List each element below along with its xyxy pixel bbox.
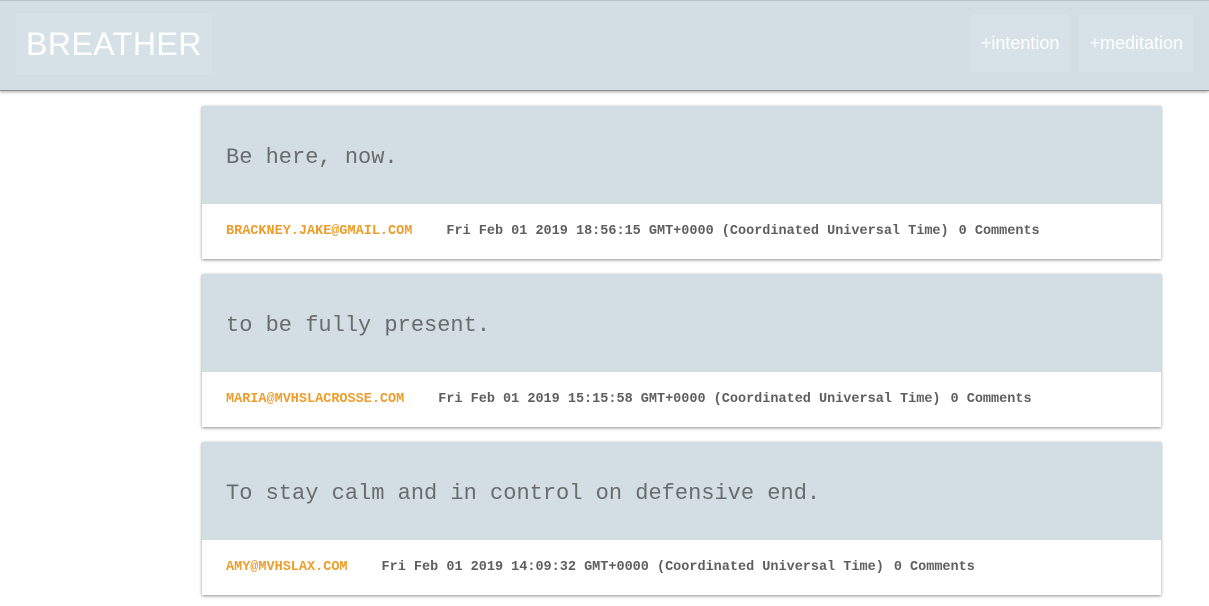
add-meditation-link[interactable]: +meditation — [1079, 14, 1193, 72]
post-card-footer: BRACKNEY.JAKE@GMAIL.COM Fri Feb 01 2019 … — [202, 204, 1161, 259]
post-card: To stay calm and in control on defensive… — [202, 442, 1161, 595]
post-title: to be fully present. — [226, 312, 491, 338]
post-author-link[interactable]: BRACKNEY.JAKE@GMAIL.COM — [226, 224, 412, 239]
intention-feed: Be here, now. BRACKNEY.JAKE@GMAIL.COM Fr… — [202, 106, 1161, 606]
post-date: Fri Feb 01 2019 15:15:58 GMT+0000 (Coord… — [438, 392, 941, 407]
brand-logo-link[interactable]: BREATHER — [16, 13, 212, 75]
post-comments-link[interactable]: 0 Comments — [959, 224, 1040, 239]
post-title: To stay calm and in control on defensive… — [226, 480, 821, 506]
post-card-body: To stay calm and in control on defensive… — [202, 442, 1161, 540]
post-comments-link[interactable]: 0 Comments — [894, 560, 975, 575]
post-title: Be here, now. — [226, 144, 398, 170]
post-card: Be here, now. BRACKNEY.JAKE@GMAIL.COM Fr… — [202, 106, 1161, 259]
post-card-body: Be here, now. — [202, 106, 1161, 204]
post-date: Fri Feb 01 2019 14:09:32 GMT+0000 (Coord… — [381, 560, 884, 575]
post-author-link[interactable]: AMY@MVHSLAX.COM — [226, 560, 348, 575]
add-intention-link[interactable]: +intention — [970, 14, 1070, 72]
post-date: Fri Feb 01 2019 18:56:15 GMT+0000 (Coord… — [446, 224, 949, 239]
post-card: to be fully present. MARIA@MVHSLACROSSE.… — [202, 274, 1161, 427]
post-comments-link[interactable]: 0 Comments — [951, 392, 1032, 407]
nav-links: +intention +meditation — [970, 14, 1193, 72]
post-card-footer: MARIA@MVHSLACROSSE.COM Fri Feb 01 2019 1… — [202, 372, 1161, 427]
post-author-link[interactable]: MARIA@MVHSLACROSSE.COM — [226, 392, 404, 407]
post-card-footer: AMY@MVHSLAX.COM Fri Feb 01 2019 14:09:32… — [202, 540, 1161, 595]
top-navbar: BREATHER +intention +meditation — [0, 0, 1209, 91]
post-card-body: to be fully present. — [202, 274, 1161, 372]
